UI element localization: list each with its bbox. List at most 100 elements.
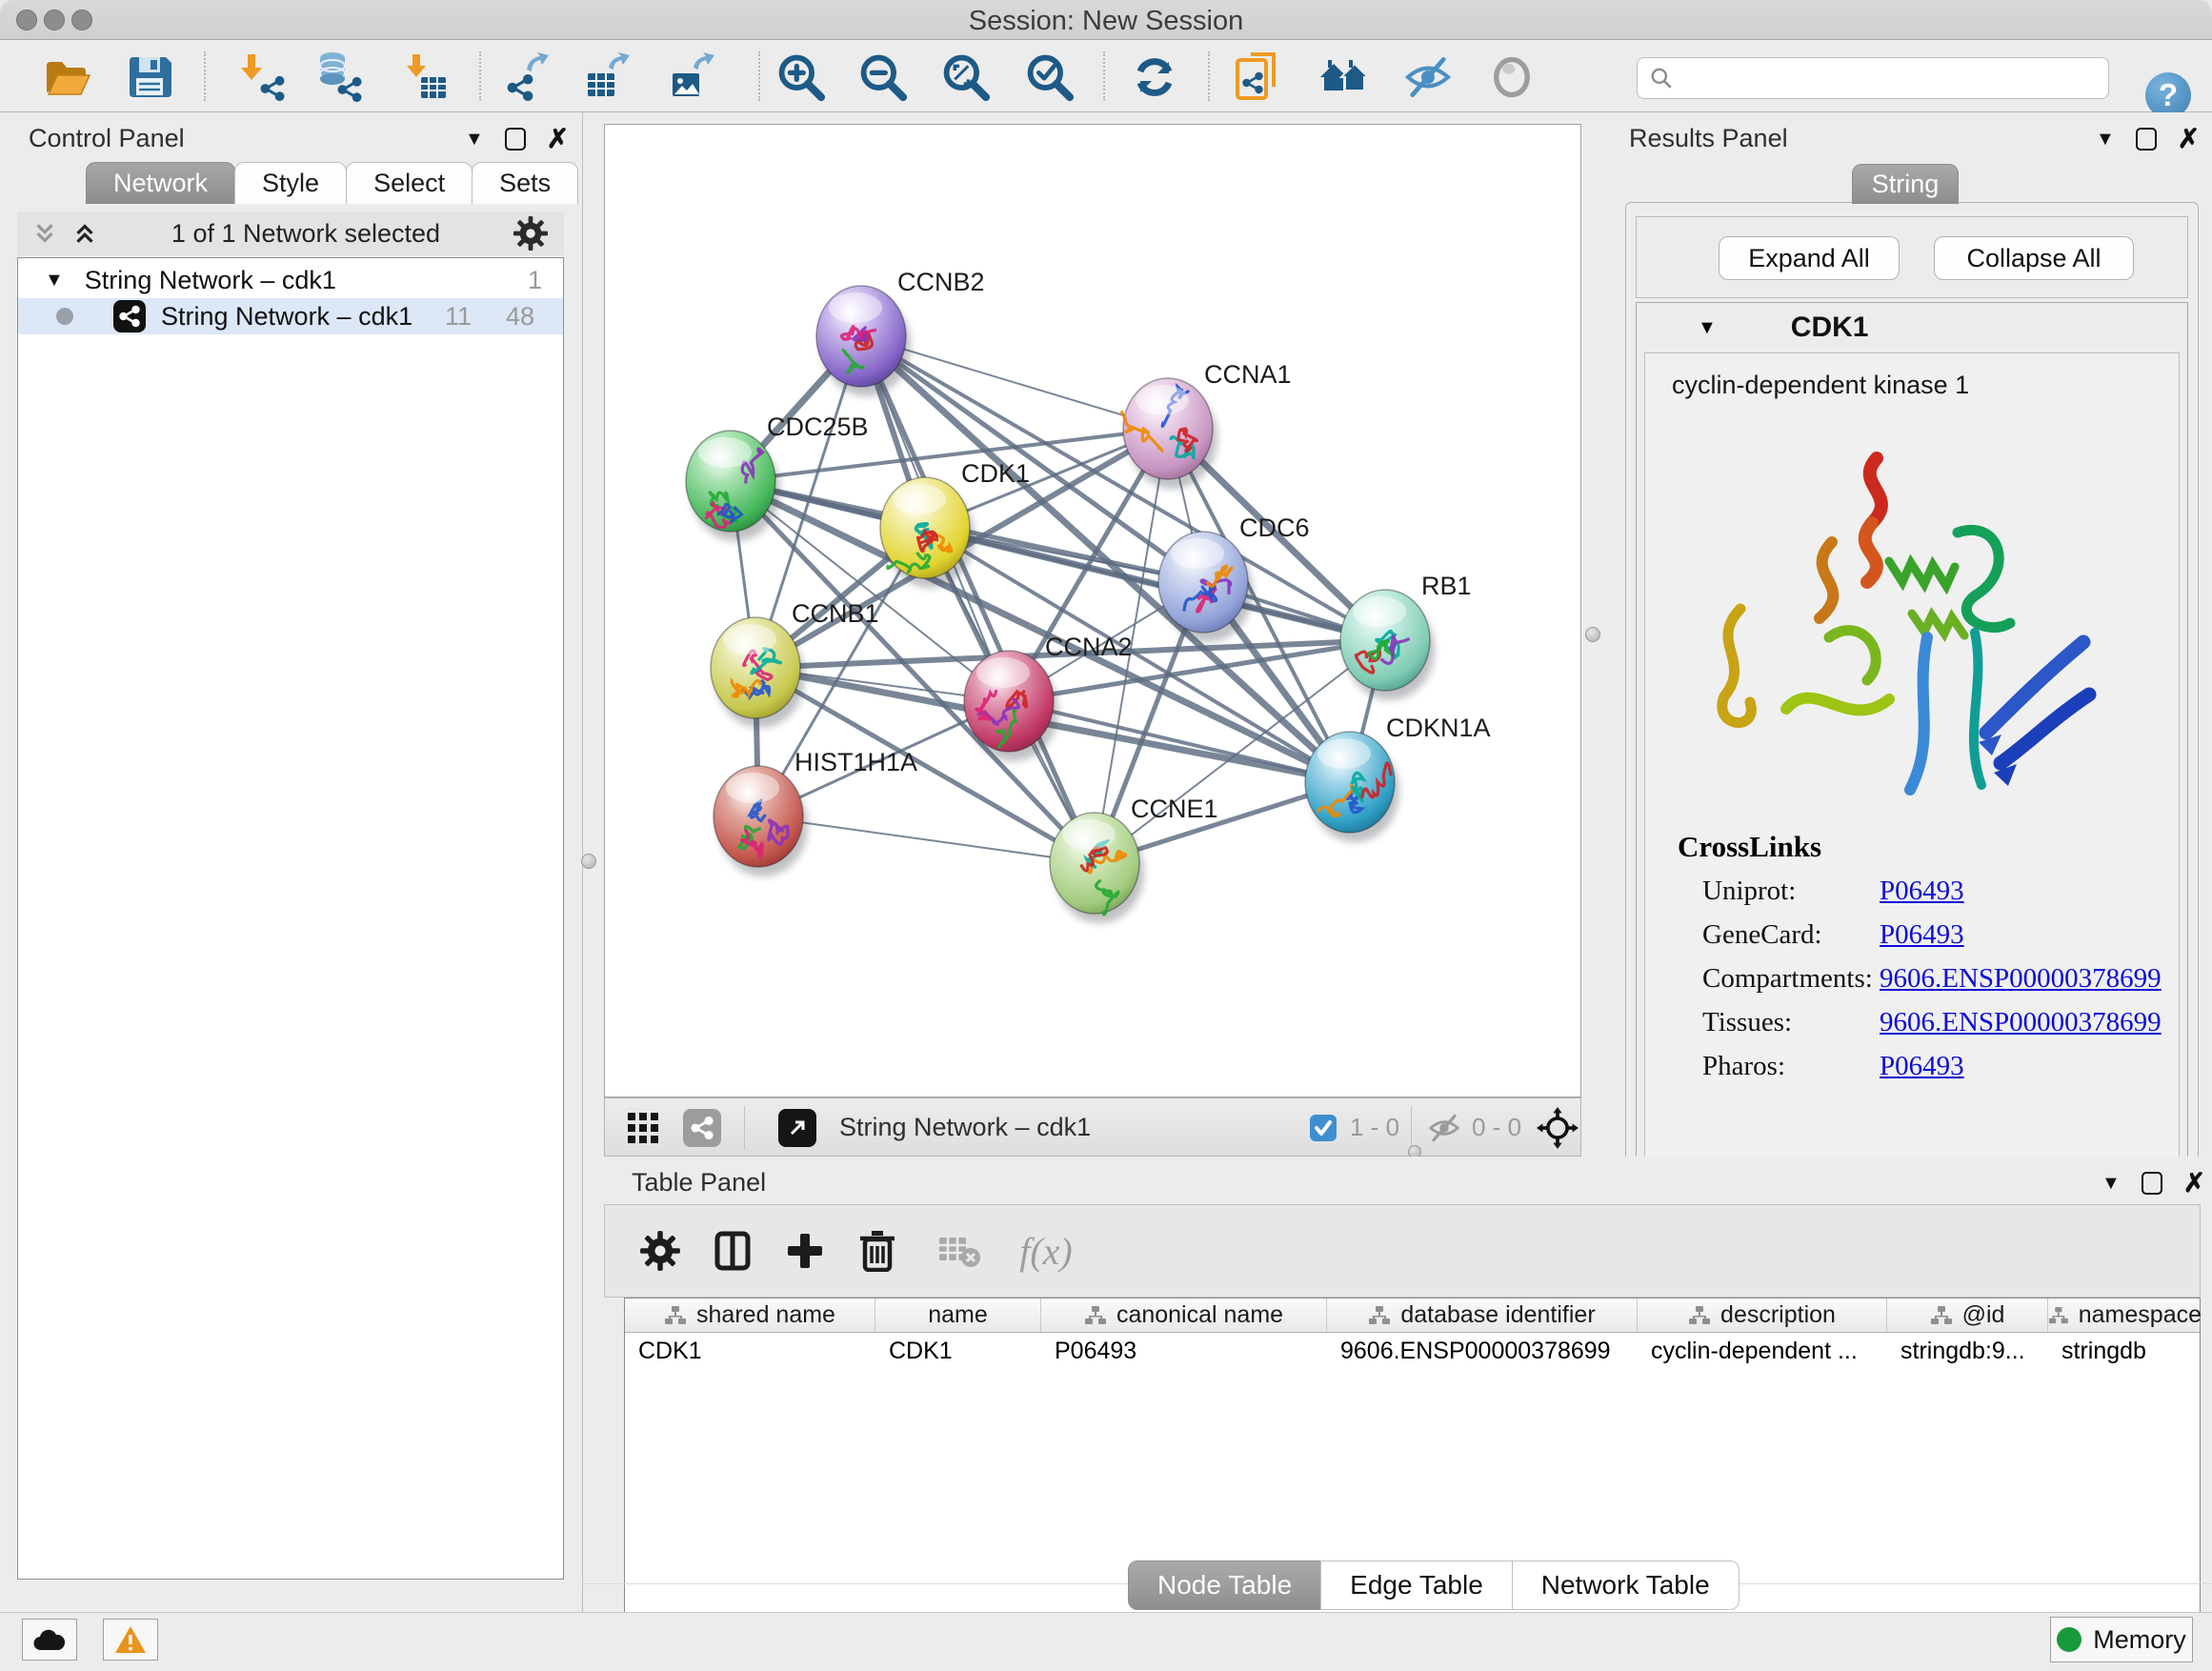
cell-canonical-name[interactable]: P06493 xyxy=(1041,1333,1327,1369)
float-menu-icon[interactable]: ▼ xyxy=(2096,129,2115,151)
tab-select[interactable]: Select xyxy=(346,162,473,204)
protein-card-header[interactable]: ▼ CDK1 xyxy=(1637,303,2187,352)
network-node-ccnb2[interactable]: CCNB2 xyxy=(816,268,985,396)
apply-layout-button[interactable] xyxy=(1126,50,1181,105)
crosslink-link[interactable]: 9606.ENSP00000378699 xyxy=(1880,1007,2162,1038)
create-column-button[interactable] xyxy=(776,1222,834,1279)
tab-network[interactable]: Network xyxy=(86,162,235,204)
table-row[interactable]: CDK1 CDK1 P06493 9606.ENSP00000378699 cy… xyxy=(625,1333,2200,1369)
tab-network-table[interactable]: Network Table xyxy=(1512,1560,1739,1610)
cloud-status-button[interactable] xyxy=(22,1619,77,1661)
crosslinks-title: CrossLinks xyxy=(1678,830,1821,864)
search-field[interactable] xyxy=(1637,57,2109,99)
float-panel-icon[interactable] xyxy=(2136,128,2157,151)
cell-shared-name[interactable]: CDK1 xyxy=(625,1333,875,1369)
network-node-rb1[interactable]: RB1 xyxy=(1340,572,1472,700)
close-panel-icon[interactable]: ✗ xyxy=(2178,126,2200,152)
float-panel-icon[interactable] xyxy=(505,128,526,151)
help-button[interactable]: ? xyxy=(2145,72,2191,118)
tab-edge-table[interactable]: Edge Table xyxy=(1320,1560,1513,1610)
delete-column-button[interactable] xyxy=(849,1222,906,1279)
column-header-id[interactable]: @id xyxy=(1887,1299,2048,1332)
show-columns-button[interactable] xyxy=(704,1222,761,1279)
table-settings-button[interactable] xyxy=(632,1222,689,1279)
delete-table-button[interactable] xyxy=(931,1222,988,1279)
memory-button[interactable]: Memory xyxy=(2050,1617,2193,1662)
column-header-namespace[interactable]: namespace xyxy=(2048,1299,2202,1332)
left-splitter-handle[interactable] xyxy=(581,854,596,869)
hide-selection-button[interactable] xyxy=(1400,50,1456,105)
cell-name[interactable]: CDK1 xyxy=(875,1333,1041,1369)
open-session-button[interactable] xyxy=(38,50,93,105)
collapse-triangle-icon[interactable]: ▼ xyxy=(1698,317,1717,339)
expand-all-chevron-icon[interactable] xyxy=(30,219,59,248)
export-image-button[interactable] xyxy=(664,50,719,105)
crosslink-link[interactable]: 9606.ENSP00000378699 xyxy=(1880,963,2162,995)
tab-sets[interactable]: Sets xyxy=(472,162,578,204)
network-overview-icon[interactable] xyxy=(683,1109,721,1147)
cell-database-identifier[interactable]: 9606.ENSP00000378699 xyxy=(1327,1333,1638,1369)
expand-all-button[interactable]: Expand All xyxy=(1719,236,1900,280)
collapse-triangle-icon[interactable]: ▼ xyxy=(45,270,64,292)
network-node-ccna1[interactable]: CCNA1 xyxy=(1121,360,1292,489)
detach-view-icon[interactable] xyxy=(778,1109,816,1147)
separator xyxy=(1411,1106,1412,1150)
zoom-in-button[interactable] xyxy=(774,50,829,105)
network-collection-row[interactable]: ▼ String Network – cdk1 1 xyxy=(18,262,563,298)
column-header-canonical-name[interactable]: canonical name xyxy=(1041,1299,1327,1332)
network-row[interactable]: String Network – cdk1 11 48 xyxy=(18,298,563,334)
close-panel-icon[interactable]: ✗ xyxy=(547,126,569,152)
hidden-eye-icon[interactable] xyxy=(1426,1110,1462,1146)
right-splitter-handle[interactable] xyxy=(1585,627,1600,642)
first-neighbors-button[interactable] xyxy=(1317,50,1372,105)
crosslink-link[interactable]: P06493 xyxy=(1880,919,1964,951)
column-header-shared-name[interactable]: shared name xyxy=(625,1299,875,1332)
tab-node-table[interactable]: Node Table xyxy=(1128,1560,1321,1610)
float-panel-icon[interactable] xyxy=(2142,1172,2162,1195)
export-network-button[interactable] xyxy=(499,50,554,105)
float-menu-icon[interactable]: ▼ xyxy=(465,129,484,151)
column-header-name[interactable]: name xyxy=(875,1299,1041,1332)
network-view-canvas[interactable]: CCNB2CCNA1CDC25BCDK1CDC6RB1CCNB1CCNA2CDK… xyxy=(604,124,1581,1097)
save-session-button[interactable] xyxy=(122,50,177,105)
close-panel-icon[interactable]: ✗ xyxy=(2183,1170,2205,1197)
collapse-all-chevron-icon[interactable] xyxy=(70,219,99,248)
table-header-row: shared name name canonical name database… xyxy=(625,1299,2200,1333)
column-header-description[interactable]: description xyxy=(1638,1299,1887,1332)
zoom-out-button[interactable] xyxy=(855,50,911,105)
birdseye-grid-icon[interactable] xyxy=(626,1111,660,1145)
zoom-out-icon xyxy=(856,50,910,104)
gear-icon[interactable] xyxy=(513,215,549,252)
network-node-cdc25b[interactable]: CDC25B xyxy=(686,413,869,541)
tab-style[interactable]: Style xyxy=(234,162,347,204)
search-input[interactable] xyxy=(1674,65,2108,92)
pan-crosshair-icon[interactable] xyxy=(1537,1107,1579,1149)
crosslink-link[interactable]: P06493 xyxy=(1880,1051,1964,1082)
cell-description[interactable]: cyclin-dependent ... xyxy=(1638,1333,1887,1369)
import-table-from-file-button[interactable] xyxy=(396,50,452,105)
column-header-database-identifier[interactable]: database identifier xyxy=(1327,1299,1638,1332)
application-window: Session: New Session xyxy=(0,0,2212,1671)
new-network-from-selection-button[interactable] xyxy=(1231,50,1286,105)
memory-label: Memory xyxy=(2093,1625,2186,1655)
tab-string[interactable]: String xyxy=(1852,164,1959,204)
collapse-all-button[interactable]: Collapse All xyxy=(1934,236,2134,280)
network-graph[interactable]: CCNB2CCNA1CDC25BCDK1CDC6RB1CCNB1CCNA2CDK… xyxy=(605,125,1580,1097)
warnings-button[interactable] xyxy=(103,1619,158,1661)
cell-namespace[interactable]: stringdb xyxy=(2048,1333,2202,1369)
export-table-button[interactable] xyxy=(579,50,634,105)
cell-id[interactable]: stringdb:9... xyxy=(1887,1333,2048,1369)
import-network-from-file-button[interactable] xyxy=(233,50,289,105)
network-node-cdc6[interactable]: CDC6 xyxy=(1158,513,1310,642)
network-view-toolbar: String Network – cdk1 1 - 0 0 - 0 xyxy=(604,1097,1581,1157)
show-all-button[interactable] xyxy=(1484,50,1539,105)
zoom-fit-button[interactable] xyxy=(938,50,994,105)
crosslink-link[interactable]: P06493 xyxy=(1880,876,1964,907)
float-menu-icon[interactable]: ▼ xyxy=(2101,1173,2121,1195)
function-builder-button[interactable]: f(x) xyxy=(1003,1222,1089,1279)
network-node-hist1h1a[interactable]: HIST1H1A xyxy=(714,748,917,876)
zoom-selected-button[interactable] xyxy=(1022,50,1077,105)
selected-checkbox-icon[interactable] xyxy=(1308,1113,1338,1143)
network-node-cdkn1a[interactable]: CDKN1A xyxy=(1305,714,1491,842)
import-network-from-database-button[interactable] xyxy=(311,50,366,105)
